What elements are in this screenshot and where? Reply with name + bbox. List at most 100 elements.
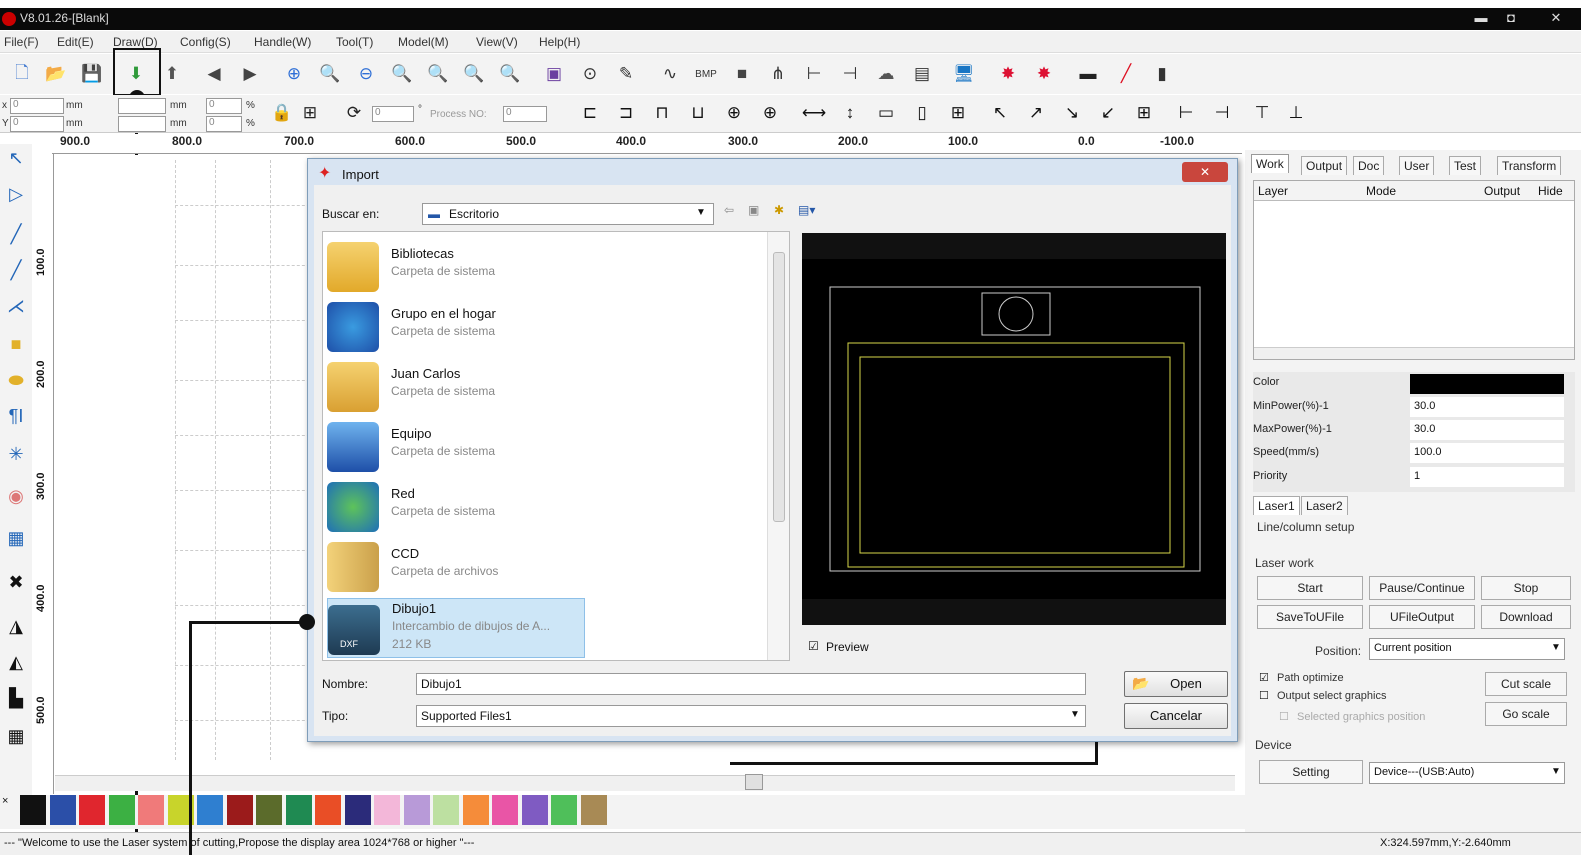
pause-continue-button[interactable]: Pause/Continue [1369,576,1475,600]
up-folder-icon[interactable]: ▣ [748,203,759,217]
back-icon[interactable]: ⇦ [724,203,734,217]
color-swatch[interactable] [315,795,341,825]
tab-laser1[interactable]: Laser1 [1253,496,1300,515]
menu-file[interactable]: File(F) [4,35,39,49]
space-v-icon[interactable]: ↕ [836,99,864,127]
prop-minpower-value[interactable]: 30.0 [1410,397,1564,417]
color-swatch[interactable] [344,795,371,825]
corner-bl-icon[interactable]: ↙ [1094,99,1122,127]
align-vcenter-icon[interactable]: ⊕ [756,99,784,127]
color-swatch[interactable] [226,795,253,825]
menu-view[interactable]: View(V) [476,35,518,49]
color-swatch[interactable] [551,795,577,825]
zoom-page-icon[interactable]: 🔍 [388,60,416,88]
mirror-h-icon[interactable]: ◮ [3,616,29,642]
node-edit-icon[interactable]: ▷ [3,184,29,210]
menu-help[interactable]: Help(H) [539,35,580,49]
point-icon[interactable]: ✳ [3,444,29,470]
new-folder-icon[interactable]: ✱ [774,203,784,217]
tab-work[interactable]: Work [1251,154,1289,173]
menu-config[interactable]: Config(S) [180,35,231,49]
prop-color-swatch[interactable] [1410,374,1564,394]
delete-icon[interactable]: ✖ [3,572,29,598]
corner-tl-icon[interactable]: ↖ [986,99,1014,127]
camera-icon[interactable]: ▬ [1074,60,1102,88]
new-file-icon[interactable]: 🗋 [8,60,36,88]
color-swatch[interactable] [403,795,430,825]
same-h-icon[interactable]: ▯ [908,99,936,127]
align-bottom-icon[interactable]: ⊔ [684,99,712,127]
node-icon[interactable]: ⊙ [576,60,604,88]
device-select[interactable]: Device---(USB:Auto) [1369,762,1565,784]
list-item[interactable]: Grupo en el hogar Carpeta de sistema [327,296,585,356]
array-icon[interactable]: ✸ [994,60,1022,88]
dialog-close-button[interactable]: ✕ [1182,162,1228,182]
go-scale-button[interactable]: Go scale [1485,702,1567,726]
tab-laser2[interactable]: Laser2 [1301,496,1348,515]
preview-checkbox-icon[interactable]: ☑ [808,639,819,653]
color-swatch[interactable] [580,795,607,825]
process-input[interactable]: 0 [503,106,547,122]
view-menu-icon[interactable]: ▤▾ [798,203,815,217]
align-hcenter-icon[interactable]: ⊕ [720,99,748,127]
menu-tool[interactable]: Tool(T) [336,35,373,49]
list-item[interactable]: Juan Carlos Carpeta de sistema [327,356,585,416]
mirror-v-icon[interactable]: ◭ [3,652,29,678]
download-button[interactable]: Download [1481,605,1571,629]
horizontal-scrollbar[interactable] [55,774,1235,791]
same-w-icon[interactable]: ▭ [872,99,900,127]
setting-button[interactable]: Setting [1259,760,1363,784]
corner-br-icon[interactable]: ↘ [1058,99,1086,127]
save-icon[interactable]: 💾 [78,60,106,88]
corner-tr-icon[interactable]: ↗ [1022,99,1050,127]
layer-scrollbar[interactable] [1254,347,1574,359]
pen-icon[interactable]: ✎ [612,60,640,88]
tab-test[interactable]: Test [1449,156,1482,175]
menu-model[interactable]: Model(M) [398,35,449,49]
ruler-icon[interactable]: ▮ [1148,60,1176,88]
ellipse-icon[interactable]: ⬬ [3,370,29,396]
color-swatch[interactable] [20,795,46,825]
line-column-setup[interactable]: Line/column setup [1257,520,1354,534]
list-item[interactable]: Red Carpeta de sistema [327,476,585,536]
color-swatch[interactable] [521,795,548,825]
grid-tool-icon[interactable]: ▦ [3,528,29,554]
cut-scale-button[interactable]: Cut scale [1485,672,1567,696]
list-icon[interactable]: ▤ [908,60,936,88]
edge-top-icon[interactable]: ⊤ [1248,99,1276,127]
array2-icon[interactable]: ✸ [1030,60,1058,88]
zoom-select-icon[interactable]: 🔍 [424,60,452,88]
chevron-down-icon[interactable]: ▼ [696,207,706,218]
filename-input[interactable]: Dibujo1 [416,673,1086,695]
undo-icon[interactable]: ◀ [200,60,228,88]
start-button[interactable]: Start [1257,576,1363,600]
color-swatch[interactable] [108,795,135,825]
select-arrow-icon[interactable]: ↖ [3,148,29,174]
tab-output[interactable]: Output [1301,156,1348,175]
list-item[interactable]: Bibliotecas Carpeta de sistema [327,236,585,296]
color-swatch[interactable] [462,795,489,825]
chevron-down-icon[interactable]: ▼ [1551,766,1561,777]
curve-icon[interactable]: ∿ [656,60,684,88]
open-folder-icon[interactable]: 📂 [42,60,70,88]
redo-icon[interactable]: ▶ [236,60,264,88]
vdist-icon[interactable]: ⊣ [836,60,864,88]
menu-handle[interactable]: Handle(W) [254,35,311,49]
chevron-down-icon[interactable]: ▼ [1070,709,1080,720]
bezier-icon[interactable]: ⋌ [3,296,29,322]
edge-bottom-icon[interactable]: ⊥ [1282,99,1310,127]
cloud-icon[interactable]: ☁ [872,60,900,88]
export-icon[interactable]: ⬆ [158,60,186,88]
color-swatch[interactable] [433,795,459,825]
lock-icon[interactable]: 🔒 [268,99,296,127]
zoom-icon[interactable]: 🔍 [316,60,344,88]
rotate-input[interactable]: 0 [372,106,414,122]
align-left-icon[interactable]: ⊏ [576,99,604,127]
prop-maxpower-value[interactable]: 30.0 [1410,420,1564,440]
color-swatch[interactable] [492,795,518,825]
laser-icon[interactable]: ╱ [1112,60,1140,88]
space-h-icon[interactable]: ⟷ [800,99,828,127]
zoom-in-icon[interactable]: ⊕ [280,60,308,88]
prop-priority-value[interactable]: 1 [1410,467,1564,487]
save-to-ufile-button[interactable]: SaveToUFile [1257,605,1363,629]
